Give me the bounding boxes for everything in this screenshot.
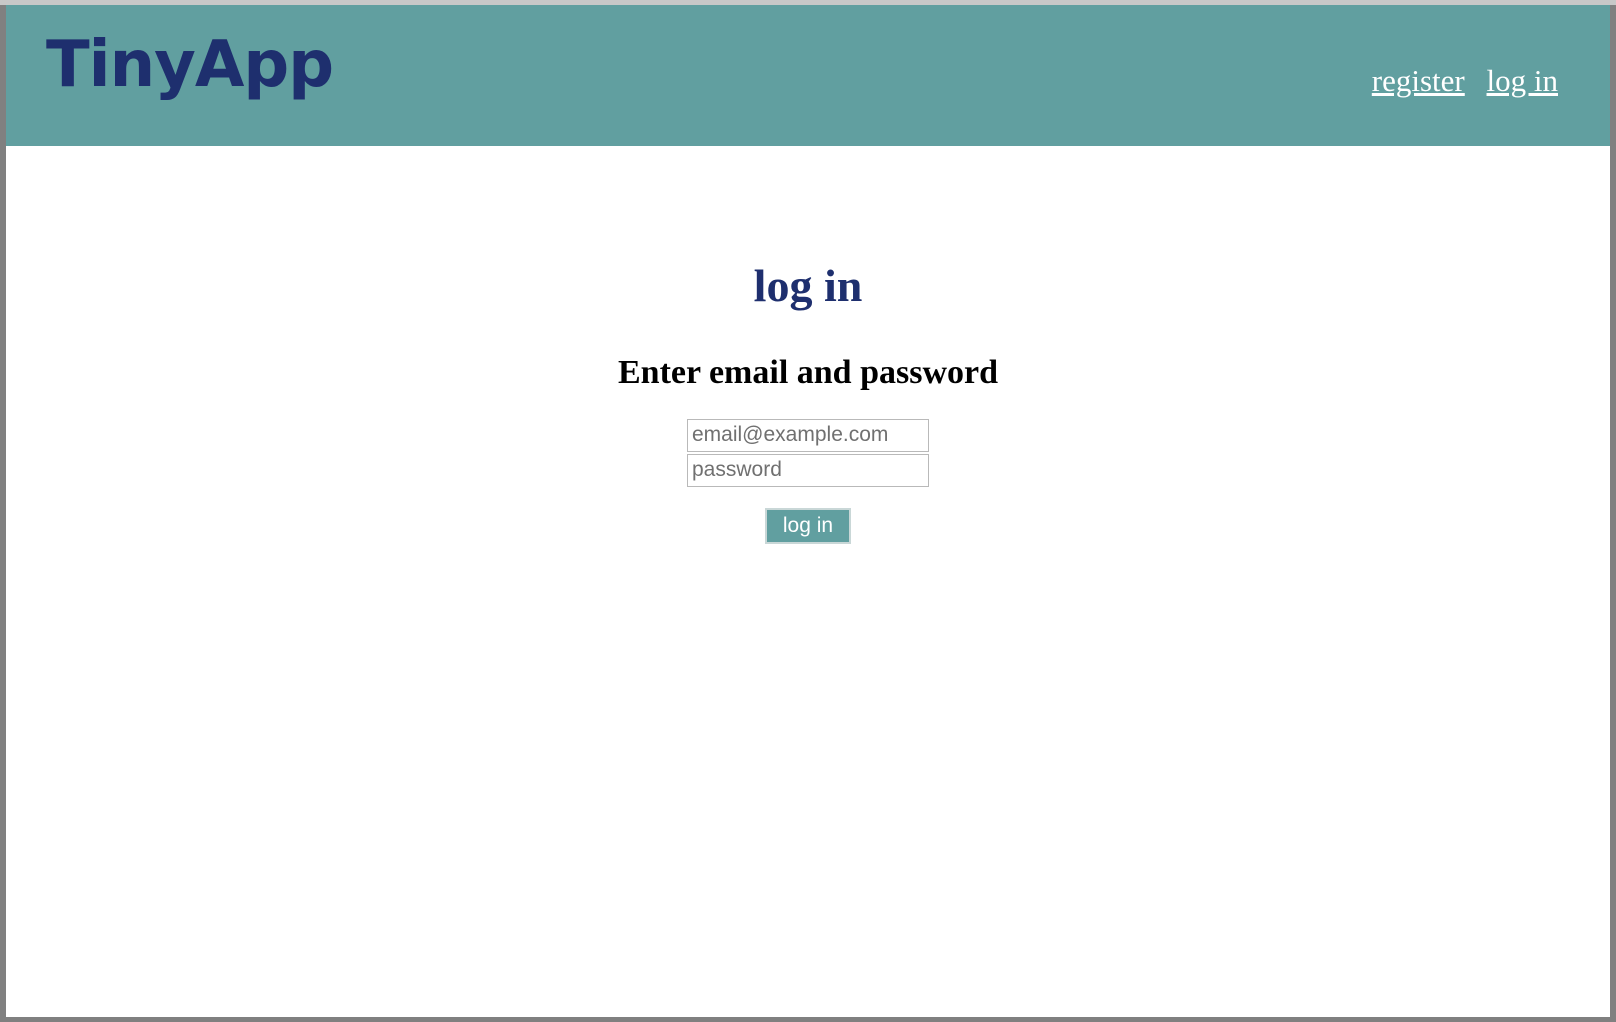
page-title: log in <box>753 260 863 311</box>
main-content: log in Enter email and password log in <box>6 146 1610 544</box>
header-nav: register log in <box>1358 65 1558 96</box>
login-form: log in <box>6 418 1610 544</box>
email-input[interactable] <box>687 418 929 452</box>
browser-viewport: TinyApp register log in log in Enter ema… <box>6 5 1610 1017</box>
site-header: TinyApp register log in <box>6 5 1610 146</box>
tinyapp-logo[interactable]: TinyApp <box>46 33 334 97</box>
password-input[interactable] <box>687 453 929 487</box>
login-link[interactable]: log in <box>1487 63 1558 98</box>
login-button[interactable]: log in <box>765 507 851 544</box>
login-instructions: Enter email and password <box>617 354 999 392</box>
register-link[interactable]: register <box>1372 63 1465 98</box>
